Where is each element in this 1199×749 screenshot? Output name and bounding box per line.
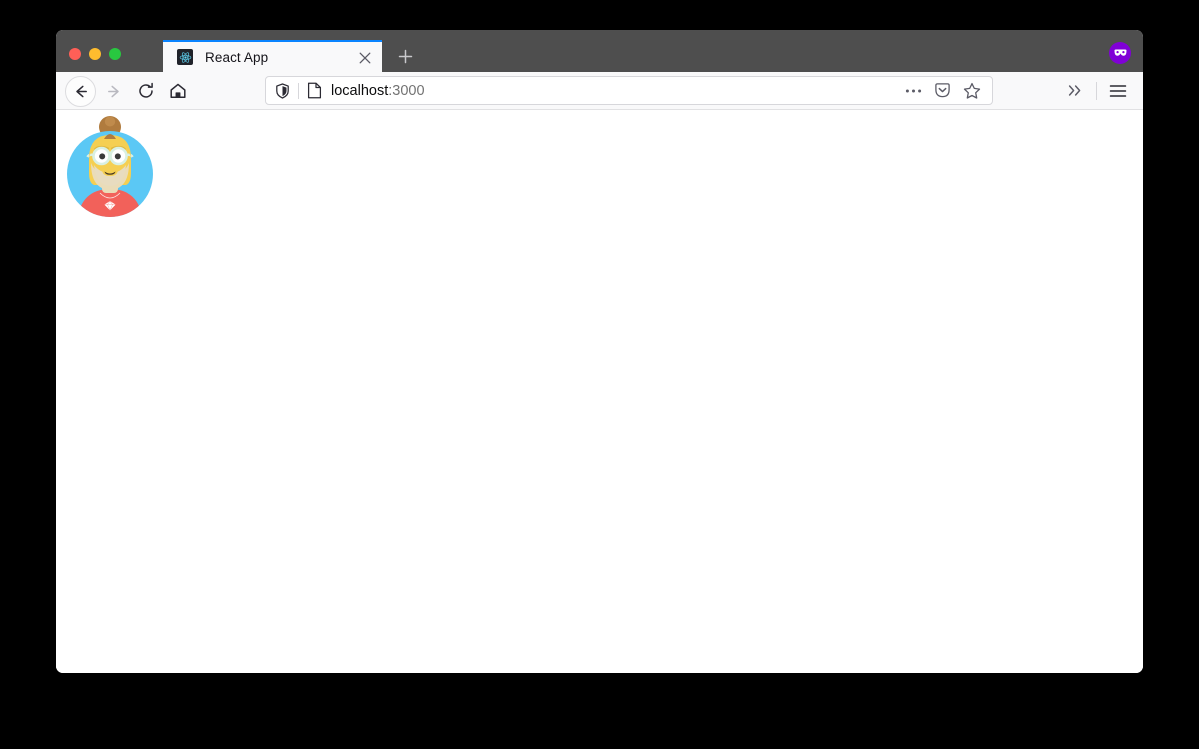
arrow-left-icon (72, 83, 89, 100)
browser-window: React App localhost:3000 (56, 30, 1143, 673)
arrow-right-icon (106, 83, 123, 100)
pocket-icon[interactable] (934, 82, 951, 99)
url-port: :3000 (388, 82, 425, 99)
user-avatar-illustration (64, 113, 156, 218)
overflow-menu-button[interactable] (1060, 76, 1090, 105)
home-icon (169, 82, 187, 100)
tab-strip: React App (56, 30, 1143, 72)
window-minimize-button[interactable] (89, 48, 101, 60)
url-bar-divider (298, 82, 299, 99)
reload-button[interactable] (134, 79, 158, 103)
forward-button[interactable] (102, 79, 126, 103)
home-button[interactable] (166, 79, 190, 103)
back-button[interactable] (65, 76, 96, 107)
browser-tab-react-app[interactable]: React App (163, 40, 382, 72)
overflow-chevrons-icon (1067, 83, 1084, 98)
private-mask-icon (1113, 48, 1128, 58)
page-document-icon (307, 82, 322, 99)
url-text: localhost:3000 (331, 83, 425, 99)
window-close-button[interactable] (69, 48, 81, 60)
app-menu-button[interactable] (1103, 76, 1133, 105)
window-maximize-button[interactable] (109, 48, 121, 60)
window-traffic-lights (69, 48, 121, 60)
page-actions-ellipsis-icon[interactable] (905, 88, 922, 94)
url-bar-actions (905, 82, 992, 100)
url-host: localhost (331, 82, 389, 99)
tab-title: React App (205, 49, 269, 65)
private-browsing-badge[interactable] (1109, 42, 1131, 64)
tab-close-icon[interactable] (356, 49, 374, 67)
url-address-bar[interactable]: localhost:3000 (265, 76, 993, 105)
screen-root: { "window": { "tab_bar_color": "#4e4e4e"… (0, 0, 1199, 749)
react-logo-icon (177, 49, 193, 65)
reload-icon (137, 82, 155, 100)
toolbar-divider (1096, 81, 1097, 100)
plus-icon (398, 49, 413, 64)
navigation-toolbar: localhost:3000 (56, 72, 1143, 110)
toolbar-right-controls (1060, 76, 1133, 105)
tracking-protection-shield-icon[interactable] (275, 82, 290, 99)
new-tab-button[interactable] (392, 43, 418, 69)
avatar-svg (67, 116, 153, 217)
page-content-area (56, 110, 1143, 673)
hamburger-menu-icon (1109, 84, 1127, 98)
star-bookmark-icon[interactable] (963, 82, 981, 100)
